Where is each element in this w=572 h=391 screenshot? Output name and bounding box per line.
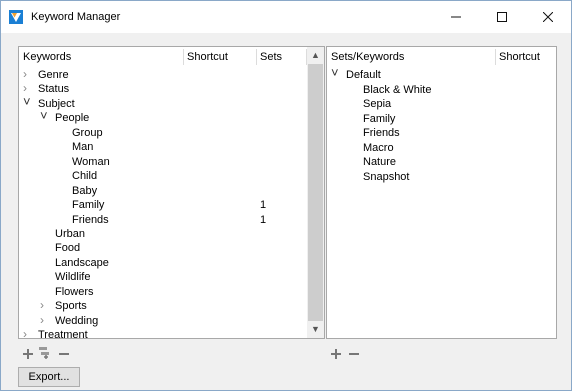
tree-item-label: Black & White [363, 83, 432, 96]
scroll-up-arrow-icon[interactable]: ▲ [307, 47, 324, 64]
chevron-right-icon[interactable]: › [23, 67, 27, 82]
tree-row[interactable]: › Treatment [19, 327, 307, 339]
tree-item-label: Man [72, 141, 94, 154]
tree-item-label: Sepia [363, 98, 392, 110]
tree-row[interactable]: Family 1 [19, 198, 307, 213]
tree-item-label: Wedding [55, 314, 99, 327]
sets-count: 1 [260, 199, 267, 212]
close-icon [543, 12, 553, 22]
add-sub-keyword-icon [39, 347, 49, 359]
tree-row[interactable]: › Status [19, 81, 307, 97]
tree-row[interactable]: Family [327, 112, 556, 127]
tree-row[interactable]: Child [19, 169, 307, 184]
keyword-manager-window: Keyword Manager Keywords Shortcut Sets ›… [0, 0, 572, 391]
tree-item-label: Macro [363, 141, 394, 154]
tree-row[interactable]: Woman [19, 155, 307, 170]
remove-icon [348, 352, 359, 355]
tree-row[interactable]: Food [19, 241, 307, 256]
tree-row[interactable]: Black & White [327, 83, 556, 98]
add-sub-keyword-button[interactable] [38, 346, 51, 359]
tree-row[interactable]: Group [19, 126, 307, 141]
minimize-button[interactable] [433, 1, 479, 33]
close-button[interactable] [525, 1, 571, 33]
tree-row[interactable]: › Genre [19, 67, 307, 83]
keywords-column-header[interactable]: Keywords [23, 47, 71, 67]
tree-item-label: Urban [55, 227, 85, 240]
chevron-down-icon[interactable]: ˅ [23, 94, 31, 110]
tree-row[interactable]: Friends 1 [19, 213, 307, 228]
tree-item-label: Family [72, 199, 105, 212]
tree-item-label: Baby [72, 184, 98, 197]
sets-count: 1 [260, 213, 267, 226]
chevron-right-icon[interactable]: › [40, 313, 44, 328]
tree-item-label: Family [363, 112, 396, 125]
tree-row[interactable]: Flowers [19, 285, 307, 300]
tree-item-label: Woman [72, 155, 110, 168]
tree-row[interactable]: Snapshot [327, 170, 556, 185]
maximize-icon [497, 12, 507, 22]
tree-item-label: Friends [72, 213, 109, 226]
shortcut-column-header[interactable]: Shortcut [187, 47, 228, 67]
tree-item-label: Landscape [55, 256, 109, 269]
keywords-panel: Keywords Shortcut Sets › Genre › Status ˅ Sub… [18, 46, 325, 339]
chevron-down-icon[interactable]: ˅ [40, 109, 48, 124]
tree-row[interactable]: Baby [19, 184, 307, 199]
window-title: Keyword Manager [31, 11, 121, 23]
tree-row[interactable]: › Sports [19, 298, 307, 314]
tree-row[interactable]: Urban [19, 227, 307, 242]
remove-set-button[interactable] [347, 347, 360, 360]
chevron-down-icon[interactable]: ˅ [331, 65, 339, 81]
right-shortcut-column-header[interactable]: Shortcut [499, 47, 540, 67]
tree-row[interactable]: Landscape [19, 256, 307, 271]
tree-item-label: Genre [38, 69, 69, 81]
tree-row[interactable]: ˅ People [19, 109, 307, 126]
tree-item-label: Group [72, 126, 103, 139]
tree-item-label: Snapshot [363, 170, 410, 183]
tree-item-label: People [55, 112, 90, 125]
tree-item-label: Status [38, 83, 70, 96]
tree-item-label: Food [55, 242, 81, 255]
add-keyword-button[interactable] [21, 347, 34, 360]
scroll-down-arrow-icon[interactable]: ▼ [307, 321, 324, 338]
tree-row[interactable]: ˅ Default [327, 65, 556, 83]
tree-row[interactable]: Macro [327, 141, 556, 156]
maximize-button[interactable] [479, 1, 525, 33]
title-bar: Keyword Manager [1, 1, 571, 33]
tree-item-label: Treatment [38, 329, 88, 339]
remove-icon [58, 352, 69, 355]
tree-row[interactable]: ˅ Subject [19, 94, 307, 112]
chevron-right-icon[interactable]: › [40, 298, 44, 313]
remove-keyword-button[interactable] [57, 347, 70, 360]
tree-item-label: Default [346, 69, 381, 81]
add-set-button[interactable] [329, 347, 342, 360]
scroll-thumb[interactable] [308, 64, 323, 321]
app-icon [9, 10, 23, 24]
tree-item-label: Friends [363, 127, 400, 139]
add-icon [330, 348, 341, 359]
tree-item-label: Nature [363, 156, 397, 168]
tree-row[interactable]: Friends [327, 126, 556, 141]
chevron-right-icon[interactable]: › [23, 327, 27, 338]
minimize-icon [451, 16, 461, 18]
tree-item-label: Wildlife [55, 271, 91, 284]
tree-row[interactable]: Sepia [327, 97, 556, 112]
add-icon [22, 348, 33, 359]
sets-column-header[interactable]: Sets [260, 47, 282, 67]
tree-row[interactable]: Man [19, 140, 307, 155]
tree-item-label: Flowers [55, 285, 94, 298]
tree-row[interactable]: Wildlife [19, 270, 307, 285]
keywords-scrollbar[interactable]: ▲ ▼ [307, 47, 324, 338]
sets-keywords-column-header[interactable]: Sets/Keywords [331, 47, 404, 67]
tree-item-label: Sports [55, 300, 87, 313]
sets-panel: Sets/Keywords Shortcut ˅ Default Black & W… [326, 46, 557, 339]
tree-item-label: Child [72, 170, 98, 183]
tree-row[interactable]: › Wedding [19, 313, 307, 329]
export-button[interactable]: Export... [18, 367, 80, 387]
tree-row[interactable]: Nature [327, 155, 556, 170]
